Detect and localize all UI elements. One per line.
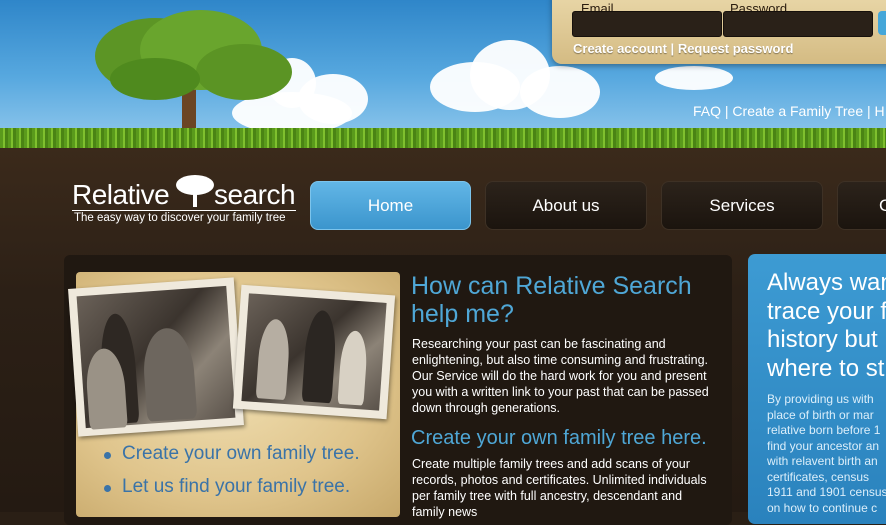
tree-logo-icon <box>176 175 214 207</box>
side-text: By providing us with place of birth or m… <box>767 392 886 515</box>
intro-text: Researching your past can be fascinating… <box>412 337 709 415</box>
request-password-link[interactable]: Request password <box>678 41 794 56</box>
logo-tagline: The easy way to discover your family tre… <box>74 212 286 224</box>
email-field[interactable] <box>572 11 722 37</box>
page-title: How can Relative Search help me? <box>411 272 692 328</box>
logo[interactable]: Relative search The easy way to discover… <box>72 175 302 233</box>
logo-text-right: search <box>214 179 296 210</box>
family-photo-2 <box>232 284 396 420</box>
bullet-icon <box>104 485 111 492</box>
login-links: Create account | Request password <box>573 41 793 56</box>
tree-crown <box>196 44 292 100</box>
link-separator: | <box>670 41 675 56</box>
create-account-link[interactable]: Create account <box>573 41 667 56</box>
cloud <box>520 66 600 118</box>
password-field[interactable] <box>723 11 873 37</box>
section-heading: Create your own family tree here. <box>411 427 707 449</box>
grass-strip <box>0 128 886 150</box>
tree-crown <box>110 58 200 100</box>
side-heading: Always wan trace your f history but wher… <box>767 269 886 382</box>
side-promo-panel: Always wan trace your f history but wher… <box>748 254 886 524</box>
section-text: Create multiple family trees and add sca… <box>412 457 707 519</box>
nav-home[interactable]: Home <box>310 181 471 230</box>
login-button[interactable] <box>878 11 886 35</box>
cloud <box>655 66 733 90</box>
nav-contact[interactable]: C <box>837 181 886 230</box>
top-links[interactable]: FAQ | Create a Family Tree | H <box>693 103 885 119</box>
nav-about-us[interactable]: About us <box>485 181 647 230</box>
login-panel: Email Password Create account | Request … <box>552 0 886 64</box>
family-photo-1 <box>68 277 244 437</box>
logo-text-left: Relative <box>72 179 170 210</box>
cloud <box>298 74 368 124</box>
bullet-icon <box>104 452 111 459</box>
nav-services[interactable]: Services <box>661 181 823 230</box>
logo-divider <box>72 210 296 211</box>
